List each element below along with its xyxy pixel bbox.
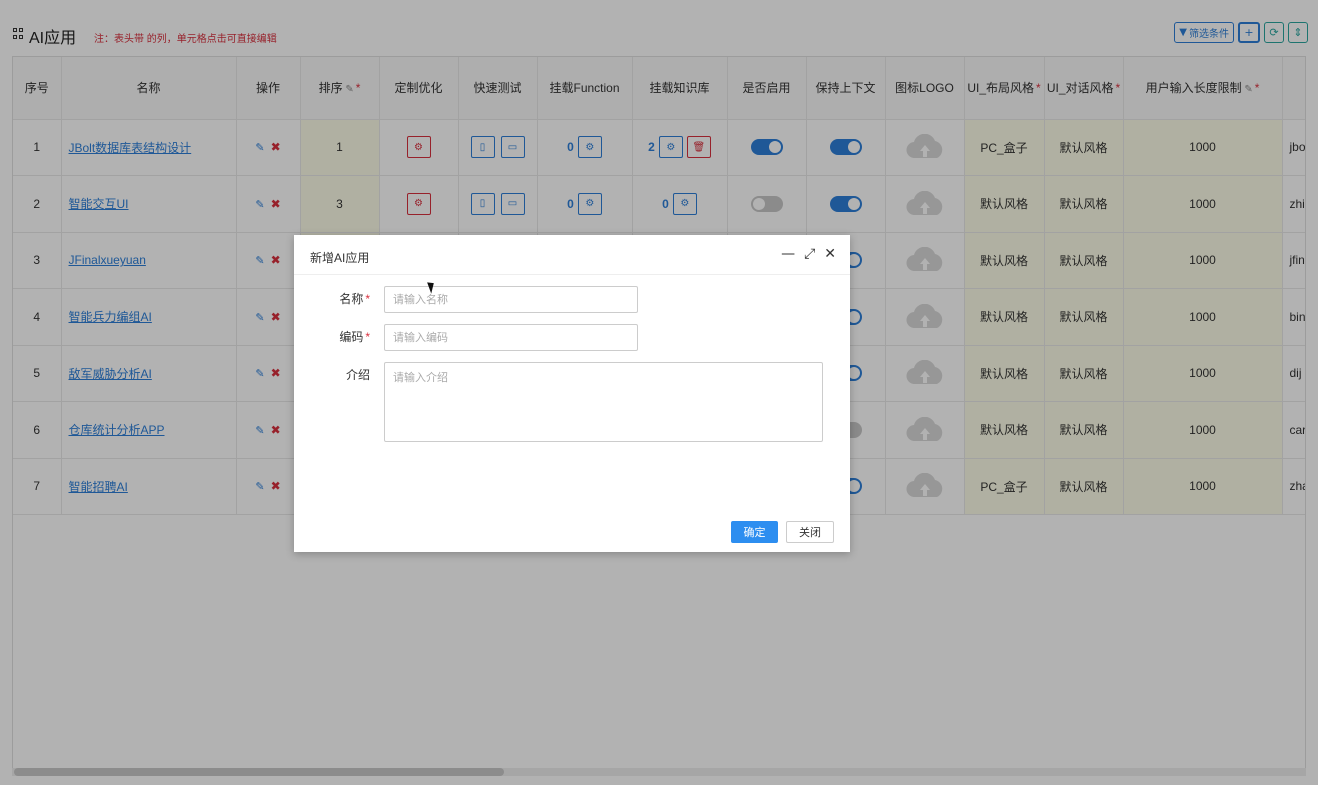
code-label-text: 编码 (339, 330, 364, 344)
maximize-icon[interactable]: ⤢ (804, 246, 815, 262)
intro-textarea[interactable] (384, 362, 823, 442)
required-mark: * (365, 330, 370, 344)
name-row: 名称 * (294, 286, 638, 313)
code-input[interactable] (384, 324, 638, 351)
code-label: 编码 * (294, 324, 384, 351)
dialog-header: 新增AI应用 — ⤢ ✕ (294, 235, 850, 275)
add-ai-app-dialog: 新增AI应用 — ⤢ ✕ 名称* 编码* 介绍 确定 关闭 (294, 235, 850, 552)
required-mark: * (365, 292, 370, 306)
name-label-text: 名称 (339, 292, 364, 306)
close-icon[interactable]: ✕ (824, 246, 836, 262)
dialog-title: 新增AI应用 (310, 251, 370, 265)
code-row: 编码 * (294, 324, 638, 351)
dialog-controls: — ⤢ ✕ (781, 246, 836, 262)
name-input[interactable] (384, 286, 638, 313)
confirm-button[interactable]: 确定 (731, 521, 778, 543)
close-button[interactable]: 关闭 (786, 521, 834, 543)
minimize-icon[interactable]: — (781, 246, 795, 262)
name-label: 名称 * (294, 286, 384, 313)
intro-row: 介绍 (294, 362, 823, 442)
intro-label: 介绍 (345, 368, 370, 382)
